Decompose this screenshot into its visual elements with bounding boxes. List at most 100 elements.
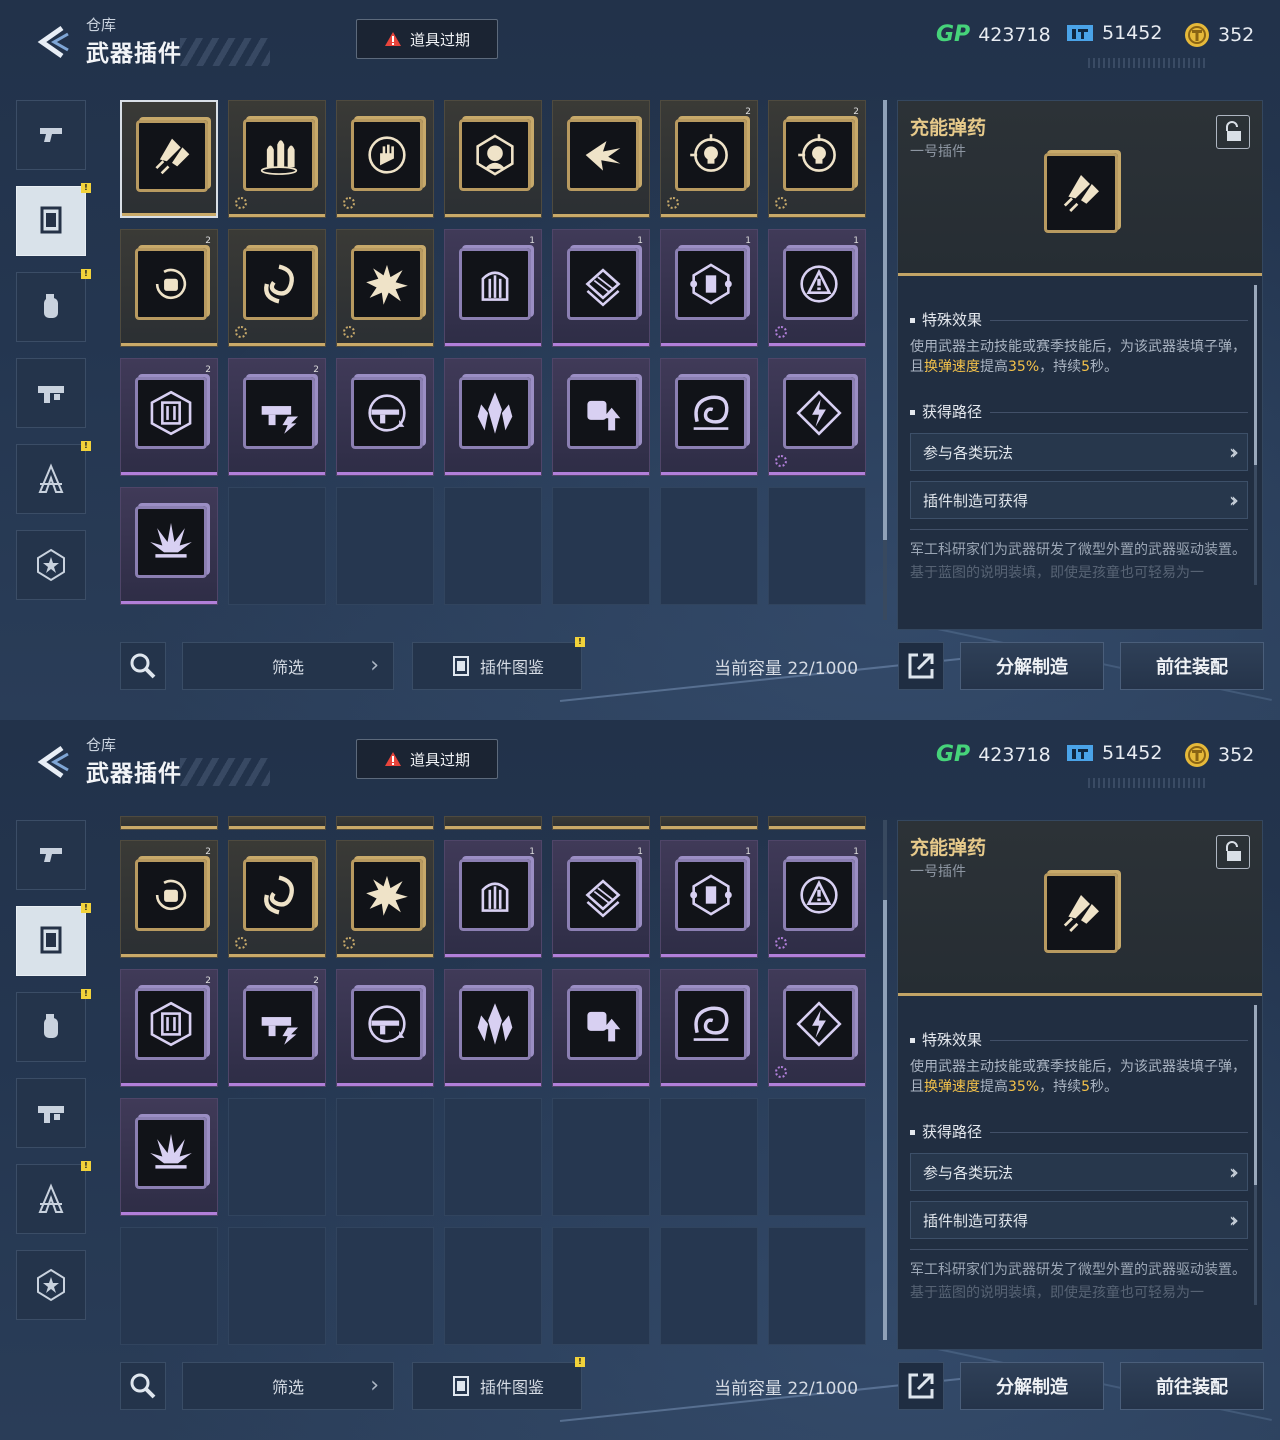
plugin-slot-partial[interactable] (552, 816, 650, 830)
pistol-icon (40, 848, 62, 862)
screen-bottom: 仓库 武器插件 道具过期 GP 423718 51452 352 !!! 2 1 1… (0, 720, 1280, 1440)
detail-scroll-thumb[interactable] (1254, 1005, 1257, 1185)
plugin-slot[interactable]: 2 (768, 100, 866, 218)
share-button[interactable] (898, 642, 944, 690)
plugin-card (351, 248, 423, 320)
decompose-button[interactable]: 分解制造 (960, 1362, 1104, 1410)
plugin-codex-button[interactable]: 插件图鉴 ! (412, 637, 585, 690)
plugin-slot[interactable] (336, 229, 434, 347)
gear-icon (235, 937, 247, 949)
plugin-slot[interactable] (336, 358, 434, 476)
badge-tab[interactable] (16, 1250, 86, 1320)
plugin-slot[interactable] (120, 1098, 218, 1216)
plugin-codex-button[interactable]: 插件图鉴 ! (412, 1357, 585, 1410)
plugin-slot[interactable] (336, 840, 434, 958)
plugin-slot[interactable] (228, 840, 326, 958)
grenade-tab[interactable]: ! (16, 989, 91, 1062)
plugin-slot[interactable]: 1 (552, 229, 650, 347)
blueprint-tab[interactable]: ! (16, 441, 91, 514)
filter-button[interactable]: 筛选 › (182, 1362, 394, 1410)
plugin-slot[interactable] (552, 100, 650, 218)
lore-text: 军工科研家们为武器研发了微型外置的武器驱动装置。 基于蓝图的说明装填，即使是孩童… (910, 542, 1246, 581)
effect-section-title: 特殊效果 (910, 309, 982, 330)
plugin-slot-partial[interactable] (768, 816, 866, 830)
plugin-slot[interactable] (660, 358, 758, 476)
grenade-tab[interactable]: ! (16, 269, 91, 342)
plugin-slot[interactable] (336, 100, 434, 218)
plugin-slot[interactable] (120, 487, 218, 605)
decor-bars (1088, 778, 1208, 788)
plugin-slot-partial[interactable] (228, 816, 326, 830)
gun-parts-tab[interactable] (16, 358, 86, 428)
plugin-slot-partial[interactable] (120, 816, 218, 830)
source-play-modes[interactable]: 参与各类玩法 ›› (910, 1153, 1248, 1191)
vortex-icon (693, 395, 729, 430)
plugin-slot[interactable]: 1 (768, 840, 866, 958)
badge-tab[interactable] (16, 530, 86, 600)
detail-scroll-thumb[interactable] (1254, 285, 1257, 465)
plugin-slot[interactable]: 2 (120, 969, 218, 1087)
plugin-slot[interactable]: 1 (768, 229, 866, 347)
star-badge-icon (37, 1268, 65, 1302)
empty-slot (228, 1098, 326, 1216)
plugin-slot[interactable]: 2 (120, 229, 218, 347)
gun-bolt-icon (261, 406, 299, 434)
plugin-slot[interactable] (660, 969, 758, 1087)
plugin-tab[interactable]: ! (16, 903, 91, 976)
plugin-card (459, 988, 531, 1060)
back-button[interactable] (32, 22, 72, 62)
plugin-slot-partial[interactable] (444, 816, 542, 830)
plugin-slot[interactable]: 1 (444, 229, 542, 347)
lock-toggle-button[interactable] (1216, 835, 1250, 869)
plugin-slot[interactable]: 2 (228, 969, 326, 1087)
grid-scroll-thumb[interactable] (883, 900, 887, 1340)
plugin-slot[interactable] (552, 969, 650, 1087)
plugin-slot[interactable] (768, 969, 866, 1087)
grid-scroll-thumb[interactable] (883, 100, 887, 540)
plugin-slot[interactable] (768, 358, 866, 476)
share-button[interactable] (898, 1362, 944, 1410)
plugin-slot[interactable]: 1 (660, 840, 758, 958)
decompose-button[interactable]: 分解制造 (960, 642, 1104, 690)
plugin-slot[interactable] (444, 358, 542, 476)
source-label: 参与各类玩法 (923, 443, 1014, 462)
plugin-slot[interactable] (120, 100, 218, 218)
plugin-tab[interactable]: ! (16, 183, 91, 256)
expired-items-button[interactable]: 道具过期 (356, 739, 498, 779)
go-equip-button[interactable]: 前往装配 (1120, 642, 1264, 690)
plugin-slot[interactable] (228, 100, 326, 218)
plugin-slot[interactable]: 2 (228, 358, 326, 476)
source-crafting[interactable]: 插件制造可获得 ›› (910, 481, 1248, 519)
plugin-slot[interactable]: 1 (444, 840, 542, 958)
blueprint-tab[interactable]: ! (16, 1161, 91, 1234)
plugin-level: 1 (745, 847, 751, 857)
lock-toggle-button[interactable] (1216, 115, 1250, 149)
plugin-slot[interactable]: 1 (660, 229, 758, 347)
plugin-slot-partial[interactable] (660, 816, 758, 830)
plugin-slot[interactable]: 2 (120, 840, 218, 958)
plugin-slot[interactable] (444, 100, 542, 218)
plugin-slot[interactable] (444, 969, 542, 1087)
plugin-slot-partial[interactable] (336, 816, 434, 830)
weapon-tab[interactable] (16, 820, 86, 890)
weapon-tab[interactable] (16, 100, 86, 170)
gun-parts-tab[interactable] (16, 1078, 86, 1148)
chevron-right-icon: › (370, 1373, 379, 1398)
go-equip-button[interactable]: 前往装配 (1120, 1362, 1264, 1410)
filter-button[interactable]: 筛选 › (182, 642, 394, 690)
expired-items-label: 道具过期 (409, 750, 470, 769)
search-button[interactable] (120, 642, 166, 690)
source-crafting[interactable]: 插件制造可获得 ›› (910, 1201, 1248, 1239)
plugin-slot[interactable] (336, 969, 434, 1087)
plugin-slot[interactable] (228, 229, 326, 347)
plugin-slot[interactable]: 1 (552, 840, 650, 958)
plugin-slot[interactable]: 2 (120, 358, 218, 476)
expired-items-button[interactable]: 道具过期 (356, 19, 498, 59)
source-play-modes[interactable]: 参与各类玩法 ›› (910, 433, 1248, 471)
search-button[interactable] (120, 1362, 166, 1410)
lightning-diamond-icon (796, 390, 842, 436)
plugin-card (243, 377, 315, 449)
back-button[interactable] (32, 742, 72, 782)
plugin-slot[interactable] (552, 358, 650, 476)
plugin-slot[interactable]: 2 (660, 100, 758, 218)
